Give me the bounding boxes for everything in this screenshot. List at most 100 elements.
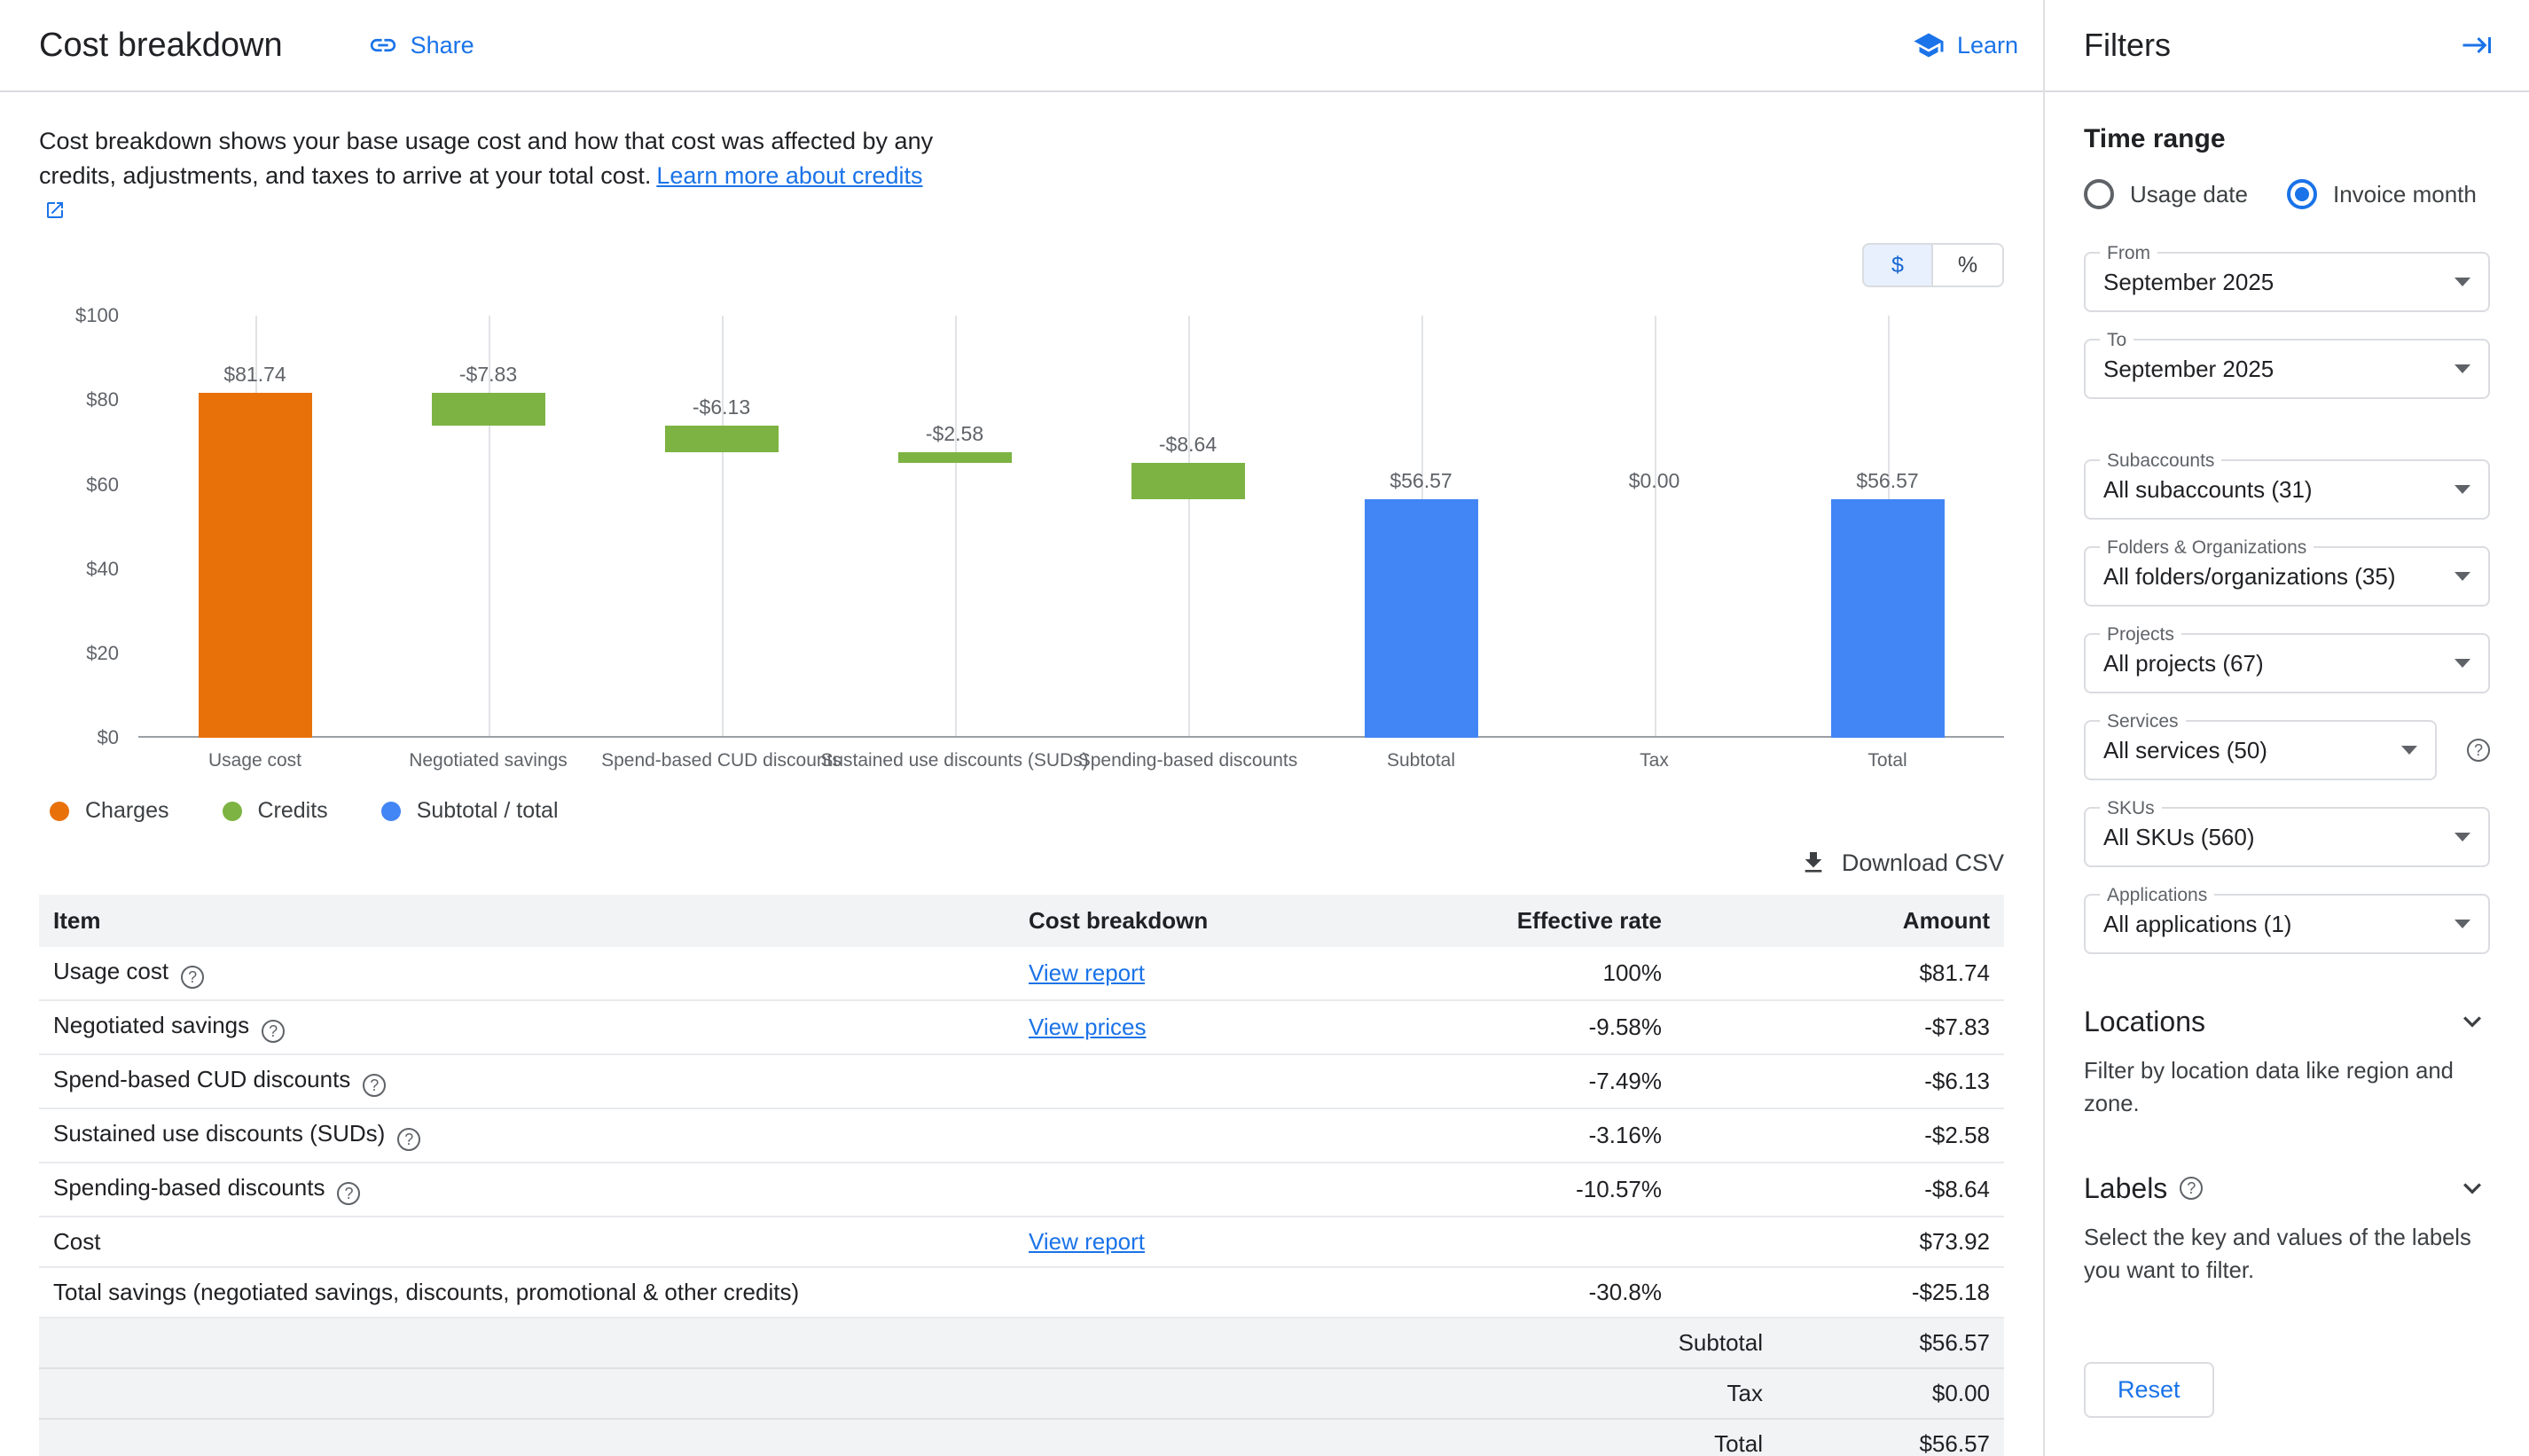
services-select[interactable]: ServicesAll services (50) bbox=[2084, 720, 2437, 780]
share-label: Share bbox=[411, 32, 474, 59]
labels-help-icon[interactable]: ? bbox=[2180, 1177, 2203, 1200]
help-icon[interactable]: ? bbox=[363, 1074, 386, 1097]
dollar-toggle-button[interactable]: $ bbox=[1862, 243, 1933, 287]
labels-description: Select the key and values of the labels … bbox=[2084, 1222, 2490, 1288]
bar-value-label: -$2.58 bbox=[926, 422, 983, 446]
effective-rate-cell: -10.57% bbox=[1401, 1162, 1676, 1217]
locations-expander[interactable]: Locations bbox=[2084, 1004, 2490, 1039]
subaccounts-select[interactable]: SubaccountsAll subaccounts (31) bbox=[2084, 459, 2490, 520]
legend-label: Subtotal / total bbox=[417, 798, 559, 824]
bar-value-label: -$7.83 bbox=[459, 363, 517, 387]
learn-button[interactable]: Learn bbox=[1913, 29, 2018, 61]
legend-label: Charges bbox=[85, 798, 169, 824]
column-header-cost-breakdown: Cost breakdown bbox=[1014, 895, 1401, 947]
page-title: Cost breakdown bbox=[39, 27, 283, 65]
dropdown-arrow-icon bbox=[2455, 659, 2470, 668]
external-link-icon bbox=[44, 200, 66, 221]
dimension-select-group: SubaccountsAll subaccounts (31) Folders &… bbox=[2084, 459, 2490, 954]
skus-select[interactable]: SKUsAll SKUs (560) bbox=[2084, 807, 2490, 867]
effective-rate-cell bbox=[1401, 1217, 1676, 1267]
x-category-label: Negotiated savings bbox=[409, 750, 568, 771]
folders-organizations-select[interactable]: Folders & OrganizationsAll folders/organ… bbox=[2084, 546, 2490, 607]
item-label: Cost bbox=[53, 1228, 100, 1255]
chart-bar-credit bbox=[898, 452, 1012, 463]
summary-amount: $56.57 bbox=[1763, 1329, 1990, 1357]
field-value: All folders/organizations (35) bbox=[2103, 563, 2440, 591]
help-icon[interactable]: ? bbox=[2467, 739, 2490, 762]
locations-title: Locations bbox=[2084, 1006, 2205, 1038]
applications-select[interactable]: ApplicationsAll applications (1) bbox=[2084, 894, 2490, 954]
collapse-panel-button[interactable] bbox=[2462, 29, 2494, 61]
table-row: Negotiated savings?View prices-9.58%-$7.… bbox=[39, 1000, 2004, 1054]
chevron-down-icon bbox=[2455, 1004, 2490, 1039]
summary-amount: $0.00 bbox=[1763, 1380, 1990, 1407]
field-label: SKUs bbox=[2100, 798, 2162, 818]
chart-bar-credit bbox=[665, 426, 779, 451]
folders-organizations-select-row: Folders & OrganizationsAll folders/organ… bbox=[2084, 546, 2490, 607]
summary-label: Subtotal bbox=[1679, 1329, 1763, 1357]
labels-expander[interactable]: Labels? bbox=[2084, 1170, 2490, 1206]
item-cell: Spending-based discounts? bbox=[39, 1162, 1014, 1217]
usage-date-radio[interactable]: Usage date bbox=[2084, 179, 2248, 209]
help-icon[interactable]: ? bbox=[397, 1128, 420, 1151]
invoice-month-radio[interactable]: Invoice month bbox=[2287, 179, 2477, 209]
bar-value-label: $0.00 bbox=[1629, 469, 1680, 493]
waterfall-chart: $0$20$40$60$80$100 $81.74-$7.83-$6.13-$2… bbox=[39, 316, 2004, 780]
projects-select[interactable]: ProjectsAll projects (67) bbox=[2084, 633, 2490, 693]
legend-item: Charges bbox=[50, 798, 169, 824]
percent-toggle-button[interactable]: % bbox=[1933, 243, 2004, 287]
chart-bar-subtotal bbox=[1365, 499, 1478, 738]
to-select[interactable]: ToSeptember 2025 bbox=[2084, 339, 2490, 399]
legend-item: Subtotal / total bbox=[381, 798, 559, 824]
amount-cell: -$2.58 bbox=[1676, 1108, 2004, 1162]
field-label: Applications bbox=[2100, 885, 2214, 905]
cost-table-body: Usage cost?View report100%$81.74Negotiat… bbox=[39, 947, 2004, 1456]
amount-cell: -$6.13 bbox=[1676, 1054, 2004, 1108]
item-cell: Cost bbox=[39, 1217, 1014, 1267]
table-row: Usage cost?View report100%$81.74 bbox=[39, 947, 2004, 1000]
column-header-amount: Amount bbox=[1676, 895, 2004, 947]
table-row: Spend-based CUD discounts?-7.49%-$6.13 bbox=[39, 1054, 2004, 1108]
field-label: To bbox=[2100, 330, 2134, 350]
download-csv-button[interactable]: Download CSV bbox=[1799, 849, 2004, 877]
help-icon[interactable]: ? bbox=[262, 1020, 285, 1043]
view-link[interactable]: View report bbox=[1029, 959, 1145, 986]
view-link[interactable]: View report bbox=[1029, 1228, 1145, 1255]
filters-header: Filters bbox=[2045, 0, 2529, 92]
cost-breakdown-page: Cost breakdown Share Learn Cost breakdow… bbox=[0, 0, 2529, 1456]
amount-cell: -$8.64 bbox=[1676, 1162, 2004, 1217]
time-range-radios: Usage date Invoice month bbox=[2084, 179, 2490, 209]
learn-label: Learn bbox=[1957, 32, 2018, 59]
time-select-group: FromSeptember 2025 ToSeptember 2025 bbox=[2084, 252, 2490, 399]
radio-label: Usage date bbox=[2130, 181, 2248, 208]
radio-label: Invoice month bbox=[2333, 181, 2477, 208]
bar-value-label: -$8.64 bbox=[1159, 433, 1217, 457]
summary-row: Tax$0.00 bbox=[39, 1368, 2004, 1419]
view-link[interactable]: View prices bbox=[1029, 1014, 1146, 1040]
chart-yaxis: $0$20$40$60$80$100 bbox=[39, 316, 138, 738]
y-tick-label: $20 bbox=[86, 642, 119, 665]
item-cell: Spend-based CUD discounts? bbox=[39, 1054, 1014, 1108]
breakdown-cell bbox=[1014, 1267, 1401, 1318]
help-icon[interactable]: ? bbox=[181, 966, 204, 989]
from-select[interactable]: FromSeptember 2025 bbox=[2084, 252, 2490, 312]
skus-select-row: SKUsAll SKUs (560) bbox=[2084, 807, 2490, 867]
field-label: Subaccounts bbox=[2100, 450, 2221, 471]
chart-legend: ChargesCreditsSubtotal / total bbox=[50, 798, 2004, 824]
field-value: All projects (67) bbox=[2103, 650, 2440, 677]
gridline bbox=[722, 316, 724, 736]
cost-table: Item Cost breakdown Effective rate Amoun… bbox=[39, 895, 2004, 1456]
description: Cost breakdown shows your base usage cos… bbox=[39, 124, 935, 229]
effective-rate-cell: -9.58% bbox=[1401, 1000, 1676, 1054]
locations-section: Locations Filter by location data like r… bbox=[2084, 1004, 2490, 1121]
summary-row: Subtotal$56.57 bbox=[39, 1318, 2004, 1368]
amount-cell: $81.74 bbox=[1676, 947, 2004, 1000]
share-button[interactable]: Share bbox=[368, 30, 474, 60]
reset-button[interactable]: Reset bbox=[2084, 1362, 2214, 1418]
chart-bar-total bbox=[1831, 499, 1945, 738]
legend-dot bbox=[50, 802, 69, 821]
from-select-row: FromSeptember 2025 bbox=[2084, 252, 2490, 312]
x-category-label: Subtotal bbox=[1387, 750, 1455, 771]
x-category-label: Spend-based CUD discounts bbox=[601, 750, 842, 771]
help-icon[interactable]: ? bbox=[337, 1182, 360, 1205]
